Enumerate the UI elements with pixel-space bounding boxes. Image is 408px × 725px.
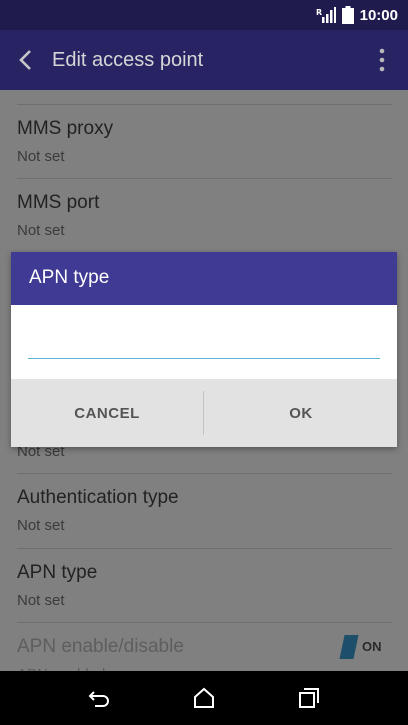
dialog-button-bar: CANCEL OK: [11, 379, 397, 447]
ok-button[interactable]: OK: [205, 379, 397, 447]
apn-enable-toggle[interactable]: ON: [339, 635, 390, 659]
apn-type-input[interactable]: [28, 330, 380, 359]
setting-title: Authentication type: [17, 487, 179, 508]
back-arrow-icon[interactable]: [14, 48, 38, 72]
setting-row-authentication-type[interactable]: Authentication type Not set: [17, 473, 392, 548]
setting-row-mms-proxy[interactable]: MMS proxy Not set: [17, 104, 392, 179]
setting-value: Not set: [17, 592, 65, 609]
battery-icon: [341, 6, 354, 24]
status-time: 10:00: [359, 6, 398, 24]
setting-row-mms-port[interactable]: MMS port Not set: [17, 178, 392, 253]
dialog-header: APN type: [11, 252, 397, 305]
setting-title: MMS port: [17, 192, 100, 213]
nav-home-icon[interactable]: [191, 685, 217, 711]
status-bar: R 10:00: [0, 0, 408, 30]
page-title: Edit access point: [52, 49, 204, 71]
signal-icon: R: [316, 7, 336, 23]
overflow-menu-icon[interactable]: [376, 47, 388, 73]
app-bar: Edit access point: [0, 30, 408, 90]
nav-back-icon[interactable]: [86, 685, 112, 711]
nav-recents-icon[interactable]: [296, 685, 322, 711]
dialog-title: APN type: [29, 267, 110, 288]
navigation-bar: [0, 671, 408, 725]
cancel-button[interactable]: CANCEL: [11, 379, 203, 447]
setting-title: APN type: [17, 562, 98, 583]
setting-row-apn-type[interactable]: APN type Not set: [17, 548, 392, 623]
setting-title: MMS proxy: [17, 118, 114, 139]
setting-value: Not set: [17, 148, 65, 165]
apn-type-dialog: APN type CANCEL OK: [11, 252, 397, 447]
svg-text:R: R: [316, 8, 322, 17]
setting-value: Not set: [17, 517, 65, 534]
button-divider: [203, 391, 204, 435]
setting-title: APN enable/disable: [17, 636, 184, 657]
toggle-thumb: [339, 635, 359, 659]
status-icons: R 10:00: [316, 6, 398, 24]
toggle-label: ON: [362, 639, 382, 654]
setting-value: Not set: [17, 222, 65, 239]
